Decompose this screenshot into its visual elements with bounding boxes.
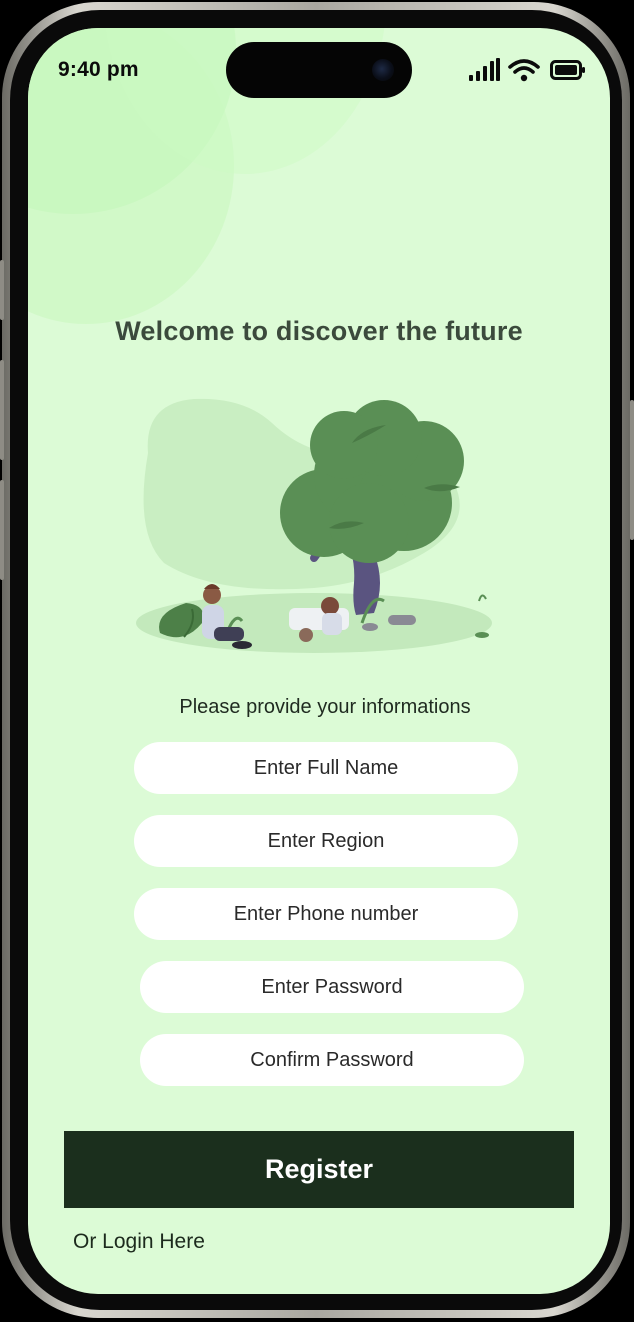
dynamic-island bbox=[226, 42, 412, 98]
form-subtitle: Please provide your informations bbox=[179, 696, 471, 718]
login-link[interactable]: Or Login Here bbox=[73, 1230, 205, 1254]
welcome-title: Welcome to discover the future bbox=[115, 316, 523, 346]
battery-icon bbox=[550, 60, 585, 80]
camera-icon bbox=[372, 59, 394, 81]
status-icons bbox=[468, 58, 586, 84]
side-button-left bbox=[0, 360, 4, 460]
status-time: 9:40 pm bbox=[58, 58, 139, 81]
side-button-left bbox=[0, 480, 4, 580]
region-field[interactable] bbox=[134, 815, 518, 867]
register-button[interactable]: Register bbox=[64, 1131, 574, 1208]
confirm-password-field[interactable] bbox=[140, 1034, 524, 1086]
wifi-icon bbox=[508, 59, 540, 82]
app-screen: 9:40 pm Welcome to discover the future P… bbox=[28, 28, 610, 1294]
password-field[interactable] bbox=[140, 961, 524, 1013]
side-button-left bbox=[0, 260, 4, 320]
tree-people-illustration bbox=[136, 398, 492, 653]
phone-field[interactable] bbox=[134, 888, 518, 940]
side-button-right bbox=[630, 400, 634, 540]
signal-icon bbox=[469, 58, 500, 81]
full-name-field[interactable] bbox=[134, 742, 518, 794]
